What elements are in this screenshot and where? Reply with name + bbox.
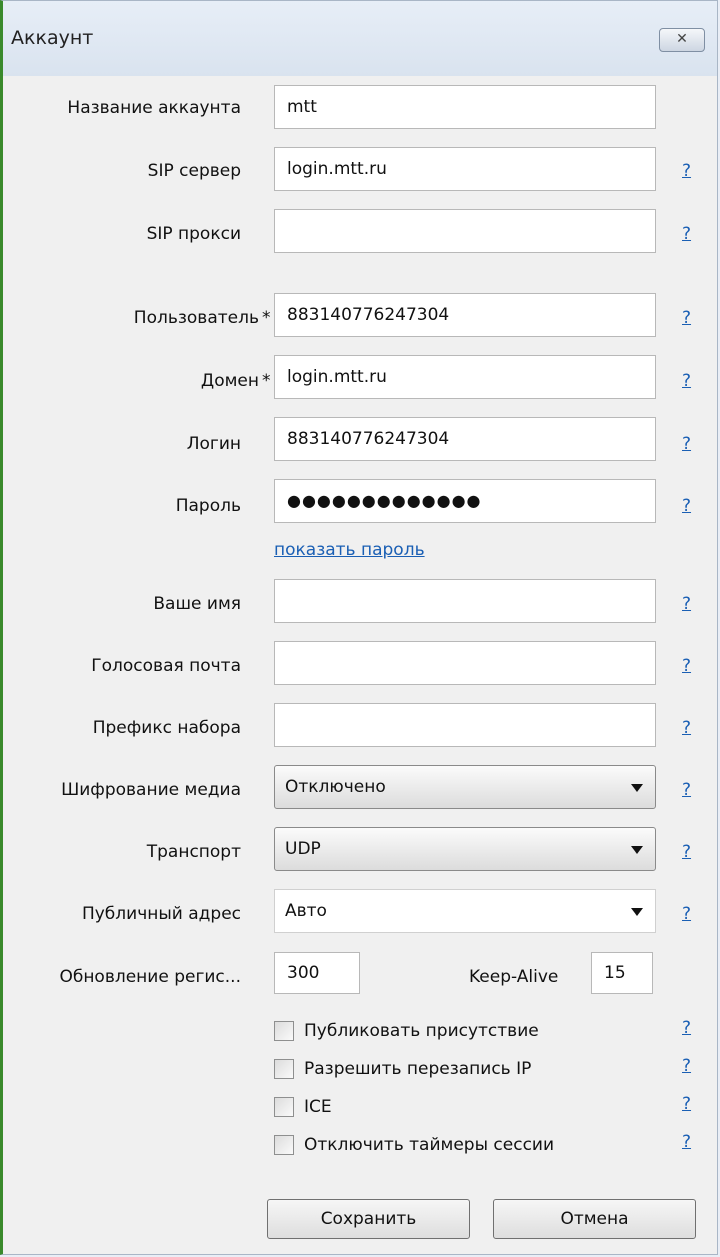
- required-marker: *: [262, 371, 271, 391]
- public-address-value: Авто: [285, 901, 327, 921]
- account-dialog: Аккаунт ✕ Название аккаунта mtt SIP серв…: [0, 0, 718, 1255]
- sip-proxy-label: SIP прокси: [146, 224, 241, 244]
- public-address-label: Публичный адрес: [81, 904, 241, 924]
- password-label: Пароль: [175, 496, 241, 516]
- user-field[interactable]: 883140776247304: [274, 293, 656, 337]
- ip-rewrite-label: Разрешить перезапись IP: [304, 1059, 532, 1079]
- registration-field[interactable]: 300: [274, 952, 360, 994]
- media-encryption-value: Отключено: [285, 777, 386, 797]
- account-name-label: Название аккаунта: [67, 98, 241, 118]
- keepalive-field[interactable]: 15: [591, 952, 653, 994]
- account-name-field[interactable]: mtt: [274, 85, 656, 129]
- voicemail-help-link[interactable]: ?: [682, 656, 691, 676]
- transport-help-link[interactable]: ?: [682, 842, 691, 862]
- save-button[interactable]: Сохранить: [267, 1199, 470, 1239]
- close-icon: ✕: [676, 31, 688, 47]
- domain-label: Домен *: [200, 371, 271, 391]
- voicemail-field[interactable]: [274, 641, 656, 685]
- your-name-field[interactable]: [274, 579, 656, 623]
- your-name-label: Ваше имя: [153, 594, 241, 614]
- publish-presence-checkbox[interactable]: [274, 1021, 294, 1041]
- transport-value: UDP: [285, 839, 321, 859]
- domain-help-link[interactable]: ?: [682, 371, 691, 391]
- cancel-button[interactable]: Отмена: [493, 1199, 696, 1239]
- sip-proxy-field[interactable]: [274, 209, 656, 253]
- ice-checkbox[interactable]: [274, 1097, 294, 1117]
- password-field[interactable]: ●●●●●●●●●●●●●: [274, 479, 656, 523]
- transport-label: Транспорт: [146, 842, 241, 862]
- sip-proxy-help-link[interactable]: ?: [682, 224, 691, 244]
- user-help-link[interactable]: ?: [682, 308, 691, 328]
- dropdown-arrow-icon: [631, 784, 643, 792]
- sip-server-label: SIP сервер: [147, 161, 241, 181]
- title-bar: Аккаунт ✕: [3, 1, 717, 76]
- dial-prefix-label: Префикс набора: [92, 718, 241, 738]
- close-button[interactable]: ✕: [659, 28, 705, 52]
- dial-prefix-help-link[interactable]: ?: [682, 718, 691, 738]
- ice-label: ICE: [304, 1097, 332, 1117]
- registration-label: Обновление регис...: [59, 967, 241, 987]
- session-timers-checkbox[interactable]: [274, 1135, 294, 1155]
- password-help-link[interactable]: ?: [682, 496, 691, 516]
- dial-prefix-field[interactable]: [274, 703, 656, 747]
- login-label: Логин: [186, 434, 241, 454]
- required-marker: *: [262, 308, 271, 328]
- sip-server-field[interactable]: login.mtt.ru: [274, 147, 656, 191]
- dropdown-arrow-icon: [631, 908, 643, 916]
- media-encryption-label: Шифрование медиа: [61, 780, 241, 800]
- login-field[interactable]: 883140776247304: [274, 417, 656, 461]
- login-help-link[interactable]: ?: [682, 434, 691, 454]
- your-name-help-link[interactable]: ?: [682, 594, 691, 614]
- ip-rewrite-checkbox[interactable]: [274, 1059, 294, 1079]
- ice-help-link[interactable]: ?: [682, 1094, 691, 1114]
- session-timers-help-link[interactable]: ?: [682, 1132, 691, 1152]
- publish-presence-help-link[interactable]: ?: [682, 1018, 691, 1038]
- user-label: Пользователь *: [133, 308, 271, 328]
- window-title: Аккаунт: [11, 27, 94, 49]
- ip-rewrite-help-link[interactable]: ?: [682, 1056, 691, 1076]
- publish-presence-label: Публиковать присутствие: [304, 1021, 539, 1041]
- public-address-select[interactable]: Авто: [274, 889, 656, 933]
- sip-server-help-link[interactable]: ?: [682, 161, 691, 181]
- show-password-link[interactable]: показать пароль: [274, 540, 425, 560]
- session-timers-label: Отключить таймеры сессии: [304, 1135, 555, 1155]
- dropdown-arrow-icon: [631, 846, 643, 854]
- public-address-help-link[interactable]: ?: [682, 904, 691, 924]
- transport-select[interactable]: UDP: [274, 827, 656, 871]
- keepalive-label: Keep-Alive: [469, 967, 559, 987]
- media-encryption-help-link[interactable]: ?: [682, 780, 691, 800]
- media-encryption-select[interactable]: Отключено: [274, 765, 656, 809]
- domain-field[interactable]: login.mtt.ru: [274, 355, 656, 399]
- voicemail-label: Голосовая почта: [91, 656, 241, 676]
